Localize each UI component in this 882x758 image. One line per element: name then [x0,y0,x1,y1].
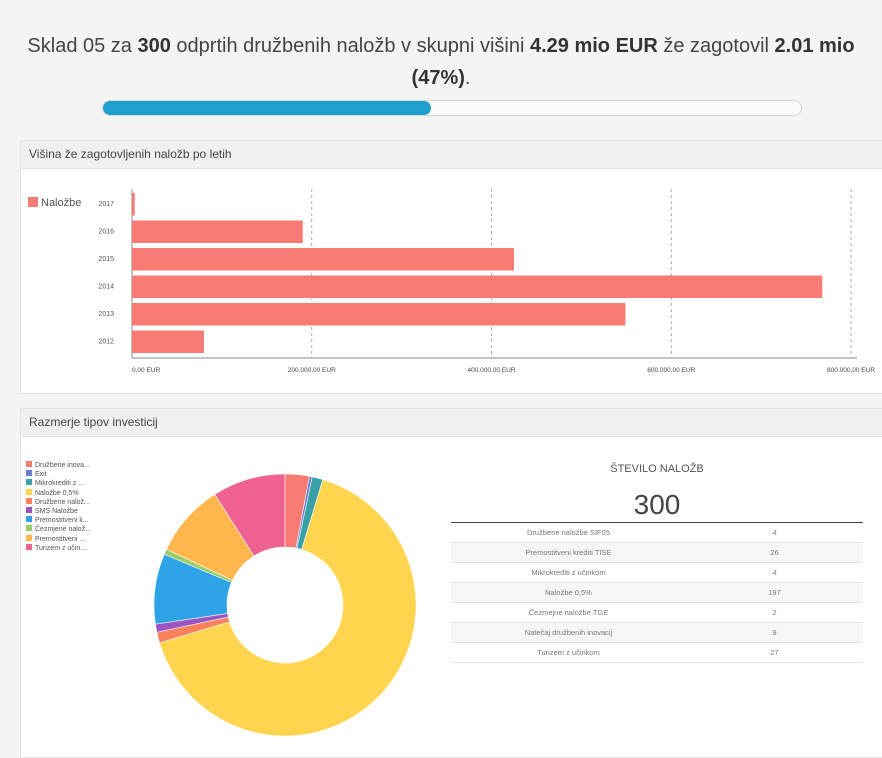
y-tick-label: 2012 [98,338,114,345]
x-tick-label: 200.000,00 EUR [288,367,336,374]
x-tick-label: 400.000,00 EUR [467,367,515,374]
stats-row-label: Naložbe 0,5% [451,582,686,603]
y-tick-label: 2016 [98,228,114,235]
stats-row-value: 2 [686,602,863,623]
bar-chart-card: Višina že zagotovljenih naložb po letih … [20,140,882,394]
y-tick-label: 2017 [98,201,114,208]
pie-chart-card: Razmerje tipov investicij Družbene inova… [20,408,882,758]
summary-count: 300 [137,35,171,57]
stats-title: ŠTEVILO NALOŽB [610,463,704,475]
y-tick-label: 2015 [98,256,114,263]
stats-row: Natečaj družbenih inovacij 9 [451,622,863,643]
summary-text: . [464,67,471,89]
stats-row-label: Turizem z učinkom [451,642,686,663]
summary-headline: Sklad 05 za 300 odprtih družbenih naložb… [20,30,862,94]
stats-row-label: Natečaj družbenih inovacij [451,622,686,643]
y-tick-label: 2013 [98,311,114,318]
x-tick-label: 600.000,00 EUR [647,367,695,374]
stats-row-value: 4 [686,522,863,543]
stats-row: Družbene naložbe SIF05 4 [451,522,863,543]
stats-total: 300 [633,489,681,520]
stats-row: Naložbe 0,5% 197 [451,582,863,603]
stats-row: Turizem z učinkom 27 [451,642,863,663]
x-tick-label: 0,00 EUR [132,367,160,374]
stats-row: Čezmejne naložbe TGE 2 [451,602,863,623]
stats-row-label: Mikrokrediti z učinkom [451,562,686,583]
stats-row-label: Premostitveni krediti TISE [451,542,686,563]
bar[interactable] [132,248,514,271]
bar[interactable] [132,275,823,299]
stats-row-label: Čezmejne naložbe TGE [451,602,686,623]
stats-row: Premostitveni krediti TISE 26 [451,542,863,563]
funding-progress-bar [102,100,802,116]
bar[interactable] [132,303,626,326]
summary-text: Sklad 05 za [27,35,138,57]
bar[interactable] [132,193,135,216]
donut-chart [153,473,417,737]
stats-row-value: 4 [686,562,863,583]
bar-chart-title: Višina že zagotovljenih naložb po letih [21,141,882,169]
funding-progress-fill [103,101,432,115]
summary-total: 4.29 mio EUR [529,35,658,57]
bar[interactable] [132,220,303,244]
stats-row-value: 197 [686,582,863,603]
bar[interactable] [132,330,204,354]
y-tick-label: 2014 [98,283,114,290]
x-tick-label: 800.000,00 EUR [827,367,875,374]
stats-row-value: 9 [686,622,863,643]
pie-chart-title: Razmerje tipov investicij [21,409,882,437]
stats-row-value: 26 [686,542,863,563]
stats-table: Družbene naložbe SIF05 4 Premostitveni kre… [451,522,863,663]
summary-text: odprtih družbenih naložb v skupni višini [170,35,530,57]
stats-row: Mikrokrediti z učinkom 4 [451,562,863,583]
stats-row-label: Družbene naložbe SIF05 [451,522,686,543]
bar-chart: 0,00 EUR 200.000,00 EUR 400.000,00 EUR 600.… [98,189,875,374]
summary-text: že zagotovil [657,35,775,57]
stats-row-value: 27 [686,642,863,663]
